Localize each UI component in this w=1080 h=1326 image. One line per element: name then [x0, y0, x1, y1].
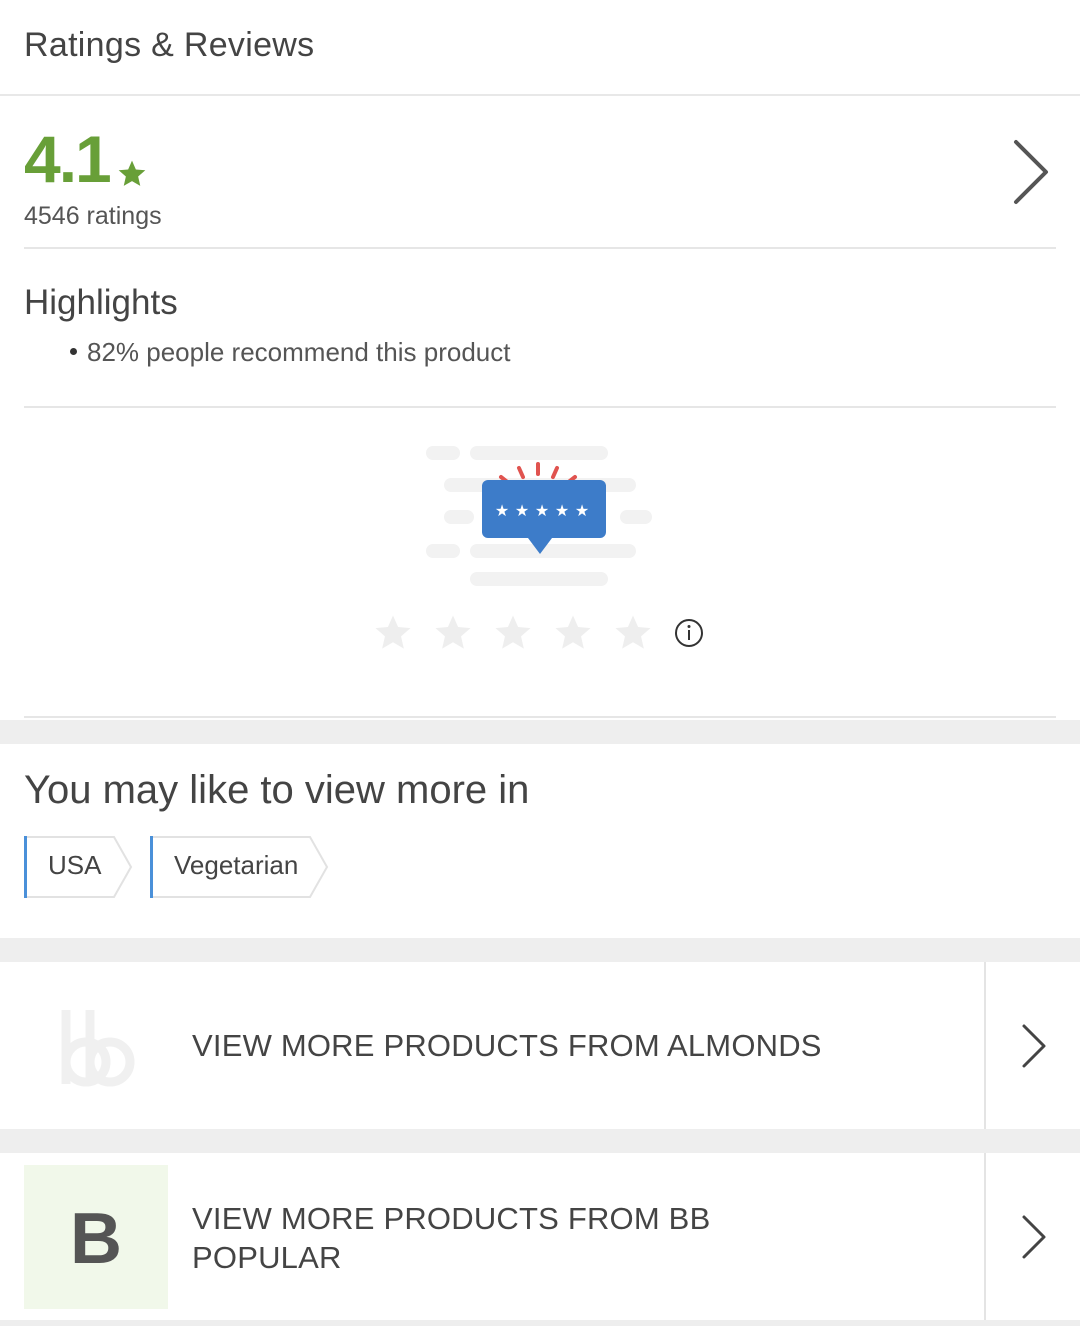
chevron-right-icon[interactable] — [1018, 1022, 1048, 1070]
info-icon[interactable] — [674, 618, 704, 648]
svg-text:★: ★ — [495, 501, 509, 520]
tag-usa[interactable]: USA — [24, 836, 134, 898]
view-more-title: You may like to view more in — [24, 768, 530, 812]
page-title: Ratings & Reviews — [24, 26, 315, 64]
svg-text:★: ★ — [555, 501, 569, 520]
tag-label: USA — [48, 850, 102, 880]
bullet-dot — [70, 347, 77, 355]
vertical-divider — [984, 962, 986, 1129]
empty-star-icon[interactable] — [372, 612, 414, 654]
tag-label: Vegetarian — [174, 850, 299, 880]
rate-product-section: ★ ★ ★ ★ ★ — [24, 408, 1056, 718]
empty-star-icon[interactable] — [492, 612, 534, 654]
highlights-title: Highlights — [24, 283, 178, 322]
svg-text:★: ★ — [515, 501, 529, 520]
svg-text:★: ★ — [575, 501, 589, 520]
empty-star-icon[interactable] — [612, 612, 654, 654]
bottom-separator — [0, 1320, 1080, 1326]
star-icon — [118, 160, 146, 186]
empty-star-icon[interactable] — [552, 612, 594, 654]
view-more-almonds-link[interactable]: VIEW MORE PRODUCTS FROM ALMONDS — [0, 962, 1080, 1129]
chevron-right-icon[interactable] — [1008, 136, 1052, 208]
view-more-label: VIEW MORE PRODUCTS FROM BB POPULAR — [192, 1201, 711, 1275]
view-more-bb-popular-link[interactable]: B VIEW MORE PRODUCTS FROM BB POPULAR — [0, 1153, 1080, 1326]
average-rating: 4.1 — [24, 122, 112, 196]
section-separator — [0, 938, 1080, 962]
svg-text:★: ★ — [535, 501, 549, 520]
brand-initial: B — [70, 1199, 122, 1279]
bb-logo — [61, 1010, 135, 1087]
highlight-item: 82% people recommend this product — [70, 337, 510, 368]
vertical-divider — [984, 1153, 986, 1326]
ratings-count: 4546 ratings — [24, 202, 162, 230]
view-more-label: VIEW MORE PRODUCTS FROM ALMONDS — [192, 1028, 822, 1063]
empty-star-icon[interactable] — [432, 612, 474, 654]
section-header: Ratings & Reviews — [0, 0, 1080, 96]
rating-summary-row[interactable]: 4.1 4546 ratings — [24, 96, 1056, 249]
highlight-text: 82% people recommend this product — [87, 337, 511, 367]
chevron-right-icon[interactable] — [1018, 1213, 1048, 1261]
section-separator — [0, 720, 1080, 744]
view-more-in-section: You may like to view more in USA Vegetar… — [0, 744, 1080, 938]
rating-speech-bubble-illustration: ★ ★ ★ ★ ★ — [426, 446, 652, 586]
highlights-section: Highlights 82% people recommend this pro… — [24, 249, 1056, 408]
brand-tile: B — [24, 1165, 168, 1309]
section-separator — [0, 1129, 1080, 1153]
tag-vegetarian[interactable]: Vegetarian — [150, 836, 330, 898]
